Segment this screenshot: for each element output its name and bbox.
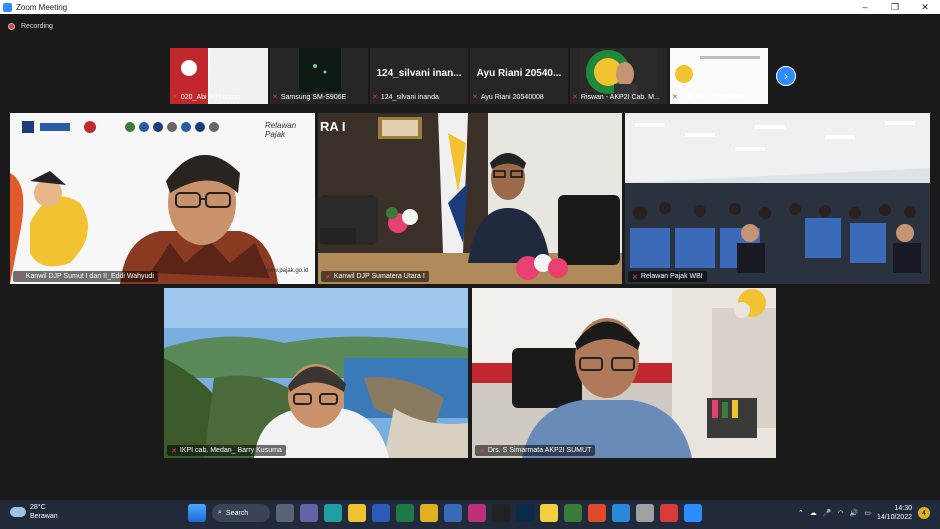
game-icon[interactable]: [564, 504, 582, 522]
mic-muted-icon: ✕: [172, 94, 178, 101]
windows-taskbar: 28°C Berawan ⌕Search ⌃ ☁ 🎤 ◠ 🔊 ▭ 14:30: [0, 500, 940, 529]
video-tile[interactable]: Relawan Pajak www.pajak.go.id ✕ Kanwil DJ…: [10, 113, 315, 284]
participant-thumb[interactable]: ✕ Riswan - AKP2I Cab. M...: [570, 48, 668, 104]
search-label: Search: [225, 509, 249, 517]
wifi-icon[interactable]: ◠: [838, 509, 844, 517]
mic-muted-icon: ✕: [272, 94, 278, 101]
mic-muted-icon: ✕: [325, 273, 331, 281]
zoom-app-icon: [3, 2, 12, 12]
recording-dot-icon: [8, 22, 15, 30]
participant-name: 020_Abi R Hutomo: [180, 93, 241, 101]
participant-thumb[interactable]: ✕ 020_Abi R Hutomo: [170, 48, 268, 104]
weather-widget[interactable]: 28°C Berawan: [10, 503, 58, 521]
recording-indicator[interactable]: Recording: [0, 14, 940, 38]
participant-name: Samsung SM-S906E: [280, 93, 347, 101]
taskbar-search[interactable]: ⌕ Search: [212, 504, 270, 522]
store-icon[interactable]: [444, 504, 462, 522]
close-button[interactable]: ✕: [910, 0, 940, 14]
capcut-icon[interactable]: [492, 504, 510, 522]
video-tile[interactable]: ✕ Drs. S Simarmata AKP2I SUMUT: [472, 288, 776, 458]
participant-display-name: 124_silvani inan...: [376, 68, 462, 79]
mic-muted-icon: ✕: [672, 94, 678, 101]
photoshop-icon[interactable]: [516, 504, 534, 522]
mic-muted-icon: ✕: [17, 273, 23, 281]
participant-thumb[interactable]: Ayu Riani 20540... ✕ Ayu Riani 20540008: [470, 48, 568, 104]
windows-start-icon[interactable]: [188, 504, 206, 522]
file-explorer-icon[interactable]: [348, 504, 366, 522]
battery-icon[interactable]: ▭: [864, 509, 871, 517]
mail-icon[interactable]: [660, 504, 678, 522]
system-tray: ⌃ ☁ 🎤 ◠ 🔊 ▭ 14:30 14/10/2022 4: [798, 504, 930, 522]
video-tile[interactable]: RA I ✕ Kanwil DJP Sumatera Utara I: [318, 113, 622, 284]
participant-thumb[interactable]: 124_silvani inan... ✕ 124_silvani inanda: [370, 48, 468, 104]
window-title: Zoom Meeting: [16, 2, 68, 12]
video-tile[interactable]: ✕ Relawan Pajak WBI: [625, 113, 930, 284]
excel-icon[interactable]: [396, 504, 414, 522]
cloud-icon: [10, 507, 26, 517]
mic-muted-icon: ✕: [171, 447, 177, 455]
media-icon[interactable]: [588, 504, 606, 522]
maximize-button[interactable]: ❐: [880, 0, 910, 14]
participant-thumb[interactable]: ✕ Samsung SM-S906E: [270, 48, 368, 104]
clock-date: 14/10/2022: [876, 514, 912, 521]
window-titlebar: Zoom Meeting – ❐ ✕: [0, 0, 940, 14]
onedrive-icon[interactable]: ☁: [810, 509, 817, 517]
participant-name: Drs. S Simarmata AKP2I SUMUT: [487, 447, 592, 454]
teams-icon[interactable]: [300, 504, 318, 522]
clock-time: 14:30: [894, 505, 912, 512]
participant-name: Kanwil DJP Sumatera Utara I: [333, 273, 425, 280]
participant-display-name: Ayu Riani 20540...: [476, 68, 562, 79]
participant-name: Riswan - AKP2I Cab. M...: [580, 93, 660, 101]
next-page-arrow-icon[interactable]: ›: [776, 66, 796, 86]
chrome-icon[interactable]: [420, 504, 438, 522]
edge-icon[interactable]: [324, 504, 342, 522]
mic-muted-icon: ✕: [372, 94, 378, 101]
microphone-icon[interactable]: 🎤: [823, 509, 832, 517]
mic-muted-icon: ✕: [632, 273, 638, 281]
banner-subtitle: Relawan Pajak: [265, 121, 297, 139]
clock[interactable]: 14:30 14/10/2022: [877, 504, 912, 522]
mic-muted-icon: ✕: [472, 94, 478, 101]
instagram-icon[interactable]: [468, 504, 486, 522]
weather-desc: Berawan: [30, 513, 58, 520]
participant-name: Relawan Pajak WBI: [640, 273, 703, 280]
participant-thumb[interactable]: ✕ 125_Ainsi Kurniawan: [670, 48, 768, 104]
mic-muted-icon: ✕: [572, 94, 578, 101]
participant-name: Ayu Riani 20540008: [480, 93, 544, 101]
video-editor-icon[interactable]: [612, 504, 630, 522]
zoom-taskbar-icon[interactable]: [684, 504, 702, 522]
word-icon[interactable]: [372, 504, 390, 522]
weather-temp: 28°C: [30, 504, 46, 511]
player-icon[interactable]: [636, 504, 654, 522]
participant-strip: ✕ 020_Abi R Hutomo ✕ Samsung SM-S906E 124_…: [170, 48, 768, 104]
video-tile[interactable]: ✕ IKPI cab. Medan_ Barry Kusuma: [164, 288, 468, 458]
banner-url: www.pajak.go.id: [265, 268, 309, 274]
participant-name: IKPI cab. Medan_ Barry Kusuma: [179, 447, 282, 454]
search-icon: ⌕: [218, 509, 222, 516]
participant-name: 124_silvani inanda: [380, 93, 439, 101]
chevron-up-icon[interactable]: ⌃: [798, 509, 804, 517]
recording-label: Recording: [21, 22, 53, 30]
task-view-icon[interactable]: [276, 504, 294, 522]
participant-name: Kanwil DJP Sumut I dan II_Eddi Wahyudi: [25, 273, 154, 280]
participant-name: 125_Ainsi Kurniawan: [680, 93, 747, 101]
mic-muted-icon: ✕: [479, 447, 485, 455]
sticky-notes-icon[interactable]: [540, 504, 558, 522]
volume-icon[interactable]: 🔊: [850, 509, 859, 517]
minimize-button[interactable]: –: [850, 0, 880, 14]
office-sign: RA I: [320, 119, 346, 134]
notification-badge[interactable]: 4: [918, 507, 930, 519]
